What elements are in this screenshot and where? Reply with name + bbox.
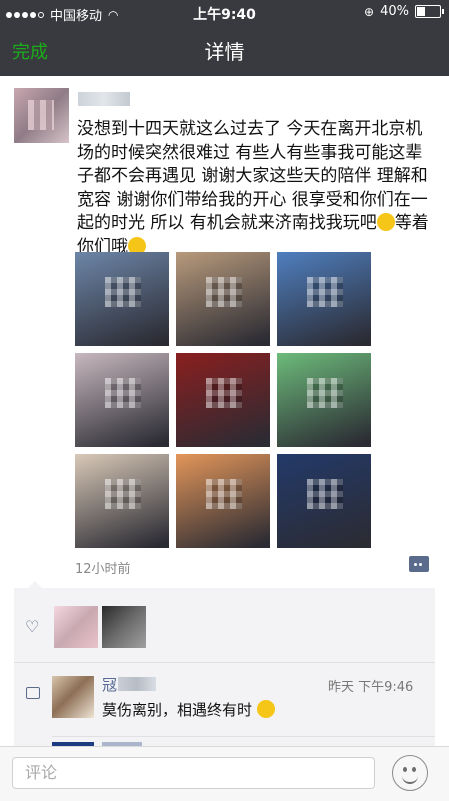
photo-thumbnail[interactable] — [176, 454, 270, 548]
post-body: 没想到十四天就这么过去了 今天在离开北京机场的时候突然很难过 有些人有些事我可能… — [77, 119, 428, 233]
post-text: 没想到十四天就这么过去了 今天在离开北京机场的时候突然很难过 有些人有些事我可能… — [77, 118, 433, 259]
interactions-box: ♡ 冦 昨天 下午9:46 莫伤离别，相遇终有时 — [14, 581, 435, 746]
photo-thumbnail[interactable] — [176, 353, 270, 447]
post-detail: 没想到十四天就这么过去了 今天在离开北京机场的时候突然很难过 有些人有些事我可能… — [0, 76, 449, 746]
commenter-name[interactable]: 冦 — [102, 674, 117, 695]
comment-text[interactable]: 莫伤离别，相遇终有时 — [102, 699, 275, 720]
comment-bubble-icon — [26, 687, 40, 699]
photo-grid — [75, 252, 371, 552]
author-avatar[interactable] — [14, 88, 69, 143]
author-name-obscured[interactable] — [78, 92, 130, 106]
navigation-header: 中国移动 ◠ 上午9:40 ⊕ 40% 完成 详情 — [0, 0, 449, 76]
commenter-avatar[interactable] — [52, 676, 94, 718]
comment-bar: 评论 — [0, 746, 449, 801]
comment-menu-icon[interactable] — [409, 556, 429, 572]
emoji-button[interactable] — [392, 755, 428, 791]
shush-emoji-icon — [376, 213, 395, 231]
photo-thumbnail[interactable] — [75, 252, 169, 346]
photo-thumbnail[interactable] — [277, 353, 371, 447]
comment-body: 莫伤离别，相遇终有时 — [102, 701, 253, 719]
divider — [14, 662, 435, 663]
battery-icon — [415, 5, 444, 18]
photo-thumbnail[interactable] — [277, 252, 371, 346]
liker-avatar[interactable] — [54, 606, 98, 648]
photo-thumbnail[interactable] — [75, 454, 169, 548]
photo-thumbnail[interactable] — [75, 353, 169, 447]
comment-time: 昨天 下午9:46 — [328, 680, 414, 695]
liker-avatar[interactable] — [102, 606, 146, 648]
status-right: ⊕ 40% — [364, 4, 444, 19]
divider — [52, 736, 435, 737]
photo-thumbnail[interactable] — [277, 454, 371, 548]
comment-input[interactable]: 评论 — [12, 757, 375, 789]
commenter-name-obscured — [118, 677, 156, 691]
rotation-lock-icon: ⊕ — [364, 4, 375, 19]
battery-percent: 40% — [380, 4, 409, 19]
status-bar: 中国移动 ◠ 上午9:40 ⊕ 40% — [0, 0, 449, 26]
thinking-emoji-icon — [256, 700, 275, 718]
page-title: 详情 — [204, 40, 245, 64]
photo-thumbnail[interactable] — [176, 252, 270, 346]
heart-icon: ♡ — [25, 617, 40, 636]
post-time: 12小时前 — [75, 562, 131, 577]
